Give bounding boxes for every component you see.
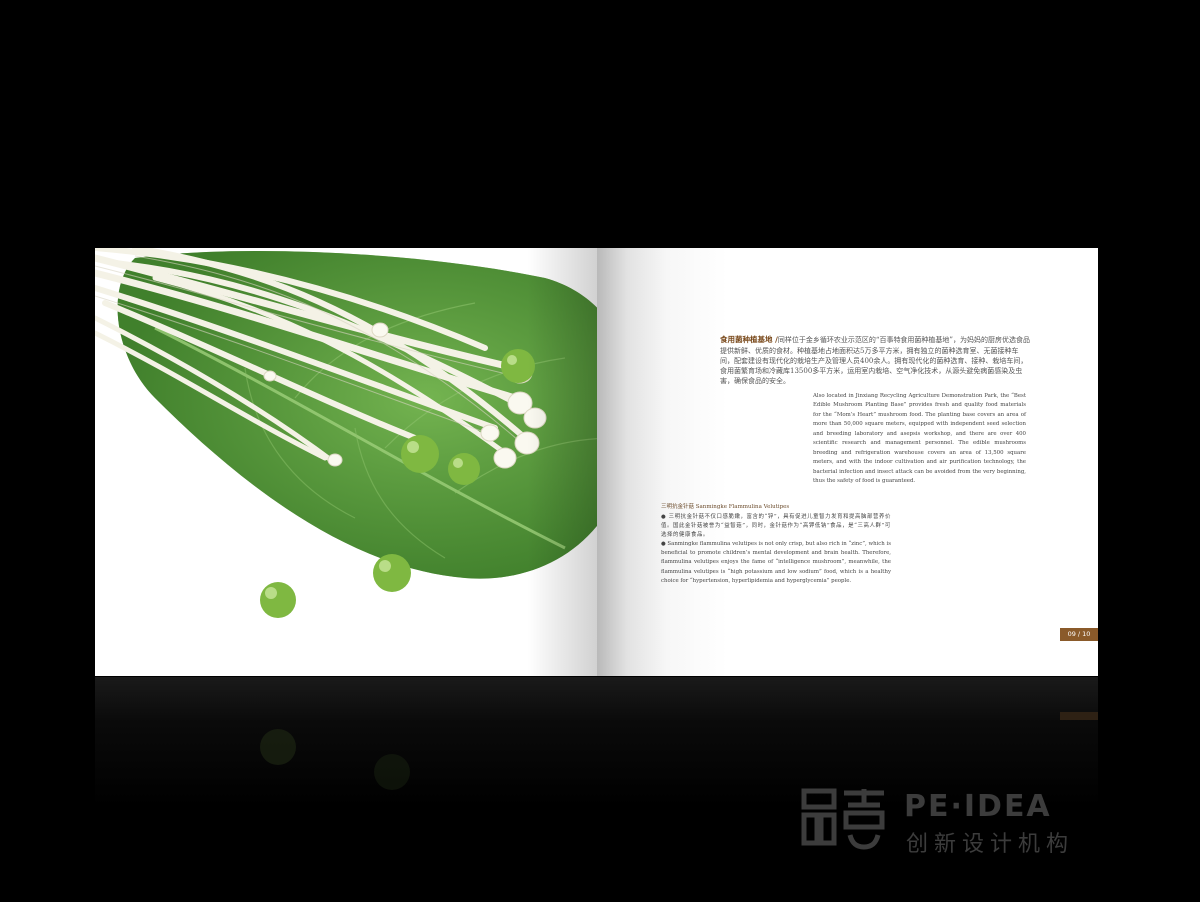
reflection-folio	[1060, 712, 1098, 720]
subsection-body-zh: ● 三明抗金针菇不仅口感脆嫩，富含的“锌”，具有促进儿童智力发育和提高脑部营养价…	[661, 514, 891, 539]
pe-idea-logo-icon	[801, 788, 885, 850]
left-page	[95, 248, 597, 676]
subsection-title: 三明抗金针菇 Sanmingke Flammulina Velutipes	[661, 504, 790, 510]
watermark-zh: 创新设计机构	[906, 832, 1075, 857]
page-number-badge: 09 / 10	[1060, 628, 1098, 641]
section-body-en: Also located in Jinxiang Recycling Agric…	[813, 393, 1026, 485]
mushroom-leaf-photo	[95, 248, 597, 676]
watermark: PE·IDEA 创新设计机构	[800, 785, 1090, 857]
subsection-body-en: ● Sanmingke flammulina velutipes is not …	[661, 541, 891, 584]
watermark-en: PE·IDEA	[904, 789, 1052, 824]
section-title: 食用菌种植基地 /	[720, 335, 778, 344]
section-heading-zh: 食用菌种植基地 /同样位于金乡循环农业示范区的“百事特食用菌种植基地”，为妈妈的…	[720, 335, 1030, 386]
